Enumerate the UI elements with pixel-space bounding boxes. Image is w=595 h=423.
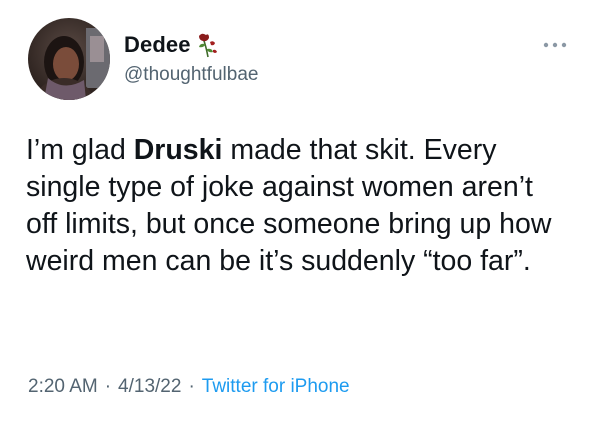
- tweet-text: I’m glad Druski made that skit. Every si…: [26, 132, 571, 280]
- wilted-rose-icon: [197, 32, 219, 58]
- tweet-card: Dedee @thoughtfulbae I’m glad Druski mad…: [0, 0, 595, 423]
- tweet-meta: 2:20 AM · 4/13/22 · Twitter for iPhone: [28, 376, 350, 398]
- profile-photo: [28, 18, 110, 100]
- tweet-date[interactable]: 4/13/22: [118, 376, 181, 398]
- meta-separator: ·: [188, 376, 195, 397]
- tweet-text-part: I’m glad: [26, 134, 134, 166]
- tweet-source-link[interactable]: Twitter for iPhone: [202, 376, 350, 398]
- tweet-time[interactable]: 2:20 AM: [28, 376, 98, 398]
- meta-separator: ·: [104, 376, 112, 397]
- more-dots-icon[interactable]: [542, 38, 568, 50]
- mentioned-name: Druski: [133, 134, 223, 166]
- avatar[interactable]: [28, 18, 110, 100]
- author-name-row[interactable]: Dedee: [124, 30, 219, 60]
- author-handle[interactable]: @thoughtfulbae: [124, 64, 258, 86]
- display-name[interactable]: Dedee: [124, 32, 191, 58]
